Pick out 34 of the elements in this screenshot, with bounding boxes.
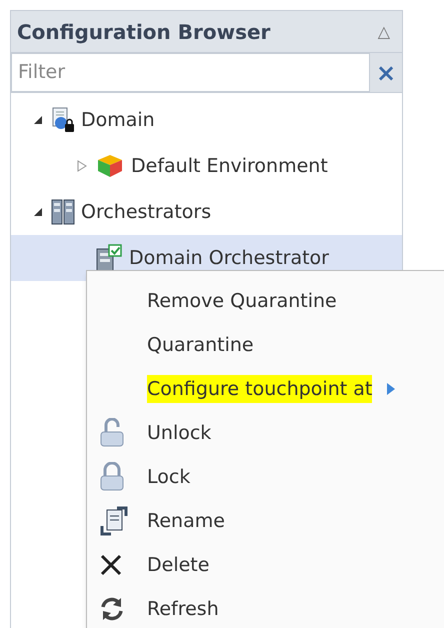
menu-item[interactable]: Configure touchpoint at: [87, 367, 444, 411]
menu-item[interactable]: Remove Quarantine: [87, 279, 444, 323]
collapsed-caret-icon[interactable]: [77, 160, 87, 172]
panel-title: Configuration Browser: [17, 18, 270, 46]
menu-item-label: Delete: [147, 552, 210, 578]
refresh-icon: [99, 596, 125, 622]
collapse-button[interactable]: △: [372, 20, 396, 44]
menu-item-label: Refresh: [147, 596, 219, 622]
filter-field[interactable]: Filter: [11, 53, 370, 92]
server-rack-icon: [51, 199, 75, 225]
menu-item[interactable]: Refresh: [87, 587, 444, 628]
cube-icon: [95, 153, 125, 179]
menu-item-label: Rename: [147, 508, 225, 534]
tree-item[interactable]: Domain: [11, 97, 402, 143]
close-icon: [99, 553, 123, 577]
menu-item[interactable]: Rename: [87, 499, 444, 543]
menu-item[interactable]: Quarantine: [87, 323, 444, 367]
padlock-icon: [99, 462, 125, 492]
menu-item-label: Configure touchpoint at: [147, 374, 372, 404]
document-globe-lock-icon: [51, 107, 75, 133]
menu-item[interactable]: Lock: [87, 455, 444, 499]
documents-arrows-icon: [99, 506, 129, 536]
menu-item-label: Unlock: [147, 420, 212, 446]
tree-item[interactable]: Orchestrators: [11, 189, 402, 235]
clear-filter-button[interactable]: ×: [370, 53, 402, 92]
menu-item-label: Remove Quarantine: [147, 288, 337, 314]
menu-item[interactable]: Unlock: [87, 411, 444, 455]
expanded-caret-icon[interactable]: [33, 115, 43, 125]
menu-item-label: Lock: [147, 464, 190, 490]
expanded-caret-icon[interactable]: [33, 207, 43, 217]
tree-item[interactable]: Default Environment: [11, 143, 402, 189]
menu-item-label: Quarantine: [147, 332, 254, 358]
menu-item[interactable]: Delete: [87, 543, 444, 587]
unlocked-padlock-icon: [99, 418, 125, 448]
